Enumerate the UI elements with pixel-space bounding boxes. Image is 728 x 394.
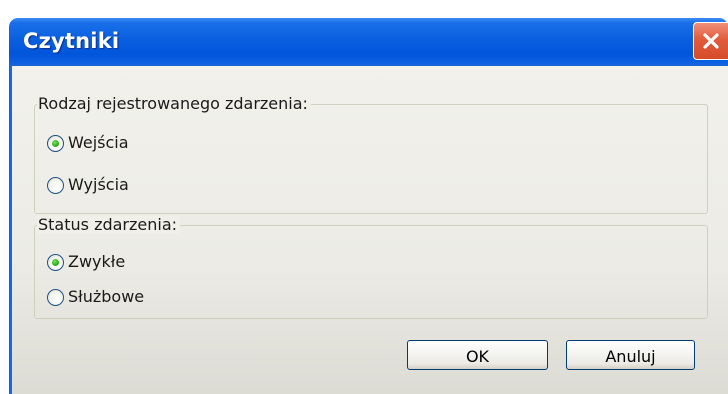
event-type-group: Rodzaj rejestrowanego zdarzenia: (34, 95, 708, 214)
radio-sluzbowe[interactable]: Służbowe (47, 288, 144, 306)
dialog-window: Czytniki Rodzaj rejestrowanego zdarzenia… (0, 0, 728, 394)
cancel-button[interactable]: Anuluj (566, 340, 695, 370)
title-bar[interactable]: Czytniki (9, 18, 728, 66)
radio-zwykle-label[interactable]: Zwykłe (68, 253, 125, 271)
radio-selected-dot (52, 258, 59, 266)
ok-button[interactable]: OK (407, 340, 548, 370)
radio-selected-dot (52, 139, 59, 147)
radio-button-icon[interactable] (47, 253, 64, 271)
radio-wejscia-label[interactable]: Wejścia (68, 134, 129, 152)
event-status-group-label: Status zdarzenia: (37, 216, 181, 234)
radio-wejscia[interactable]: Wejścia (47, 134, 129, 152)
event-type-group-label: Rodzaj rejestrowanego zdarzenia: (37, 95, 311, 113)
radio-wyjscia[interactable]: Wyjścia (47, 176, 129, 194)
close-button[interactable] (693, 22, 728, 60)
radio-zwykle[interactable]: Zwykłe (47, 253, 125, 271)
radio-button-icon[interactable] (47, 176, 64, 194)
radio-sluzbowe-label[interactable]: Służbowe (68, 288, 144, 306)
close-icon (703, 33, 719, 49)
window-title: Czytniki (23, 29, 120, 53)
radio-button-icon[interactable] (47, 134, 64, 152)
radio-wyjscia-label[interactable]: Wyjścia (68, 176, 129, 194)
radio-button-icon[interactable] (47, 288, 64, 306)
